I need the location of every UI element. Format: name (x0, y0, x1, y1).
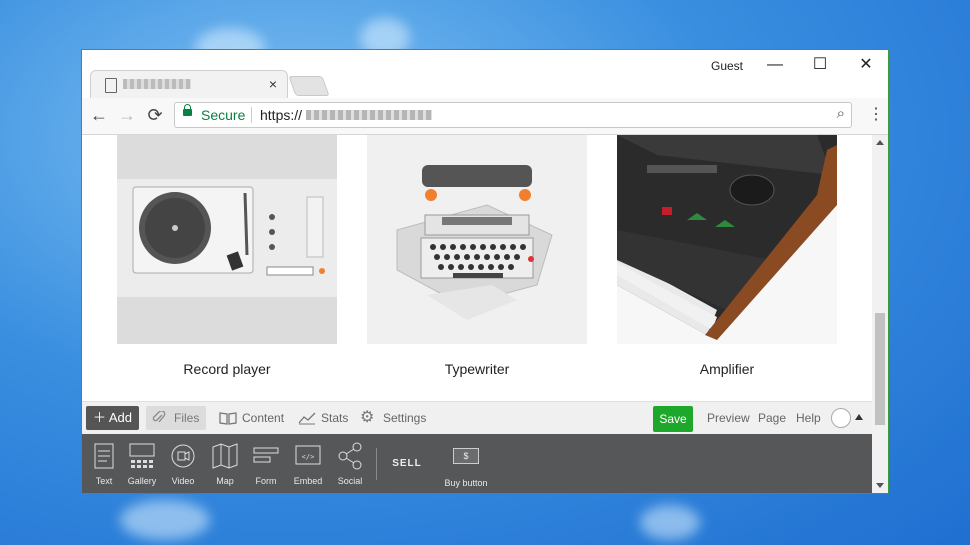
stats-icon (298, 412, 316, 425)
settings-label: Settings (383, 411, 427, 425)
panel-item-label: Map (216, 476, 234, 486)
panel-item-label: Video (171, 476, 195, 486)
product-caption[interactable]: Amplifier (617, 361, 837, 377)
panel-item-label: Gallery (127, 476, 157, 486)
page-icon (105, 78, 117, 93)
panel-item-label: Form (255, 476, 277, 486)
collapse-icon[interactable] (855, 414, 863, 420)
menu-icon[interactable]: ⋮ (868, 104, 884, 124)
scroll-up-icon[interactable] (876, 140, 884, 145)
text-icon (94, 443, 114, 469)
record-player-image (117, 135, 337, 344)
save-button[interactable]: Save (653, 406, 693, 432)
panel-item-map[interactable]: Map (203, 442, 247, 486)
scrollbar[interactable] (872, 135, 888, 493)
product-caption[interactable]: Typewriter (367, 361, 587, 377)
browser-tab[interactable]: × (90, 70, 288, 99)
url-bar[interactable]: Secure https:// ⌕ (174, 102, 852, 128)
title-bar: × Guest — ☐ ✕ (82, 50, 888, 99)
files-button[interactable]: Files (146, 406, 206, 430)
desktop-flower (120, 500, 210, 540)
panel-item-label: Buy button (444, 478, 488, 488)
files-label: Files (174, 411, 200, 425)
add-label: Add (108, 410, 133, 425)
share-icon (338, 442, 362, 470)
panel-item-gallery[interactable]: Gallery (120, 442, 164, 486)
plus-icon: ＋ (92, 410, 109, 425)
forward-icon[interactable]: → (116, 104, 138, 126)
panel-item-social[interactable]: Social (328, 442, 372, 486)
browser-window: × Guest — ☐ ✕ ← → ⟳ Secure https:// ⌕ ⋮ (81, 49, 889, 494)
reload-icon[interactable]: ⟳ (144, 104, 166, 126)
desktop-flower (640, 505, 700, 540)
add-button[interactable]: ＋ Add (86, 406, 139, 430)
lock-icon (183, 104, 192, 116)
preview-link[interactable]: Preview (707, 408, 750, 428)
url-blurred (306, 110, 432, 120)
minimize-icon[interactable]: — (760, 54, 790, 76)
back-icon[interactable]: ← (88, 104, 110, 126)
close-icon[interactable]: ✕ (851, 54, 881, 76)
page-link[interactable]: Page (758, 408, 786, 428)
tab-title (123, 79, 191, 89)
book-icon (219, 412, 237, 425)
dollar-icon: $ (453, 448, 479, 464)
address-toolbar: ← → ⟳ Secure https:// ⌕ ⋮ (82, 98, 888, 135)
panel-divider (376, 448, 377, 480)
panel-item-buy-button[interactable]: $ Buy button (444, 442, 488, 488)
profile-label[interactable]: Guest (711, 59, 743, 73)
help-link[interactable]: Help (796, 408, 821, 428)
panel-item-embed[interactable]: </> Embed (286, 442, 330, 486)
panel-item-label: Social (337, 476, 363, 486)
panel-item-video[interactable]: Video (161, 442, 205, 486)
svg-text:</>: </> (302, 453, 315, 461)
paperclip-icon (152, 411, 166, 423)
avatar[interactable] (831, 408, 851, 428)
zoom-icon[interactable]: ⌕ (837, 105, 845, 122)
form-icon (253, 447, 279, 463)
amplifier-image (617, 135, 837, 344)
new-tab-button[interactable] (288, 76, 330, 96)
scroll-thumb[interactable] (875, 313, 885, 425)
editor-toolbar: ＋ Add Files Content Stats ⚙ Settings Sav… (82, 401, 872, 435)
maximize-icon[interactable]: ☐ (805, 54, 835, 76)
tab-close-icon[interactable]: × (269, 76, 277, 92)
panel-item-form[interactable]: Form (244, 442, 288, 486)
content-label: Content (242, 411, 285, 425)
element-panel: Text Gallery Video Map Form </> Embed So… (82, 434, 872, 493)
panel-item-label: Embed (293, 476, 323, 486)
divider (251, 107, 252, 123)
video-icon (171, 444, 195, 468)
map-icon (212, 443, 238, 469)
scroll-down-icon[interactable] (876, 483, 884, 488)
url-text: https:// (260, 107, 303, 123)
page-content: Record player Typewriter Amplifier (82, 135, 872, 401)
gallery-icon (129, 443, 155, 468)
sell-label: SELL (392, 458, 422, 469)
embed-icon: </> (295, 445, 321, 465)
stats-label: Stats (321, 411, 349, 425)
typewriter-image (367, 135, 587, 344)
product-caption[interactable]: Record player (117, 361, 337, 377)
gear-icon: ⚙ (360, 409, 375, 426)
security-label: Secure (201, 107, 246, 123)
